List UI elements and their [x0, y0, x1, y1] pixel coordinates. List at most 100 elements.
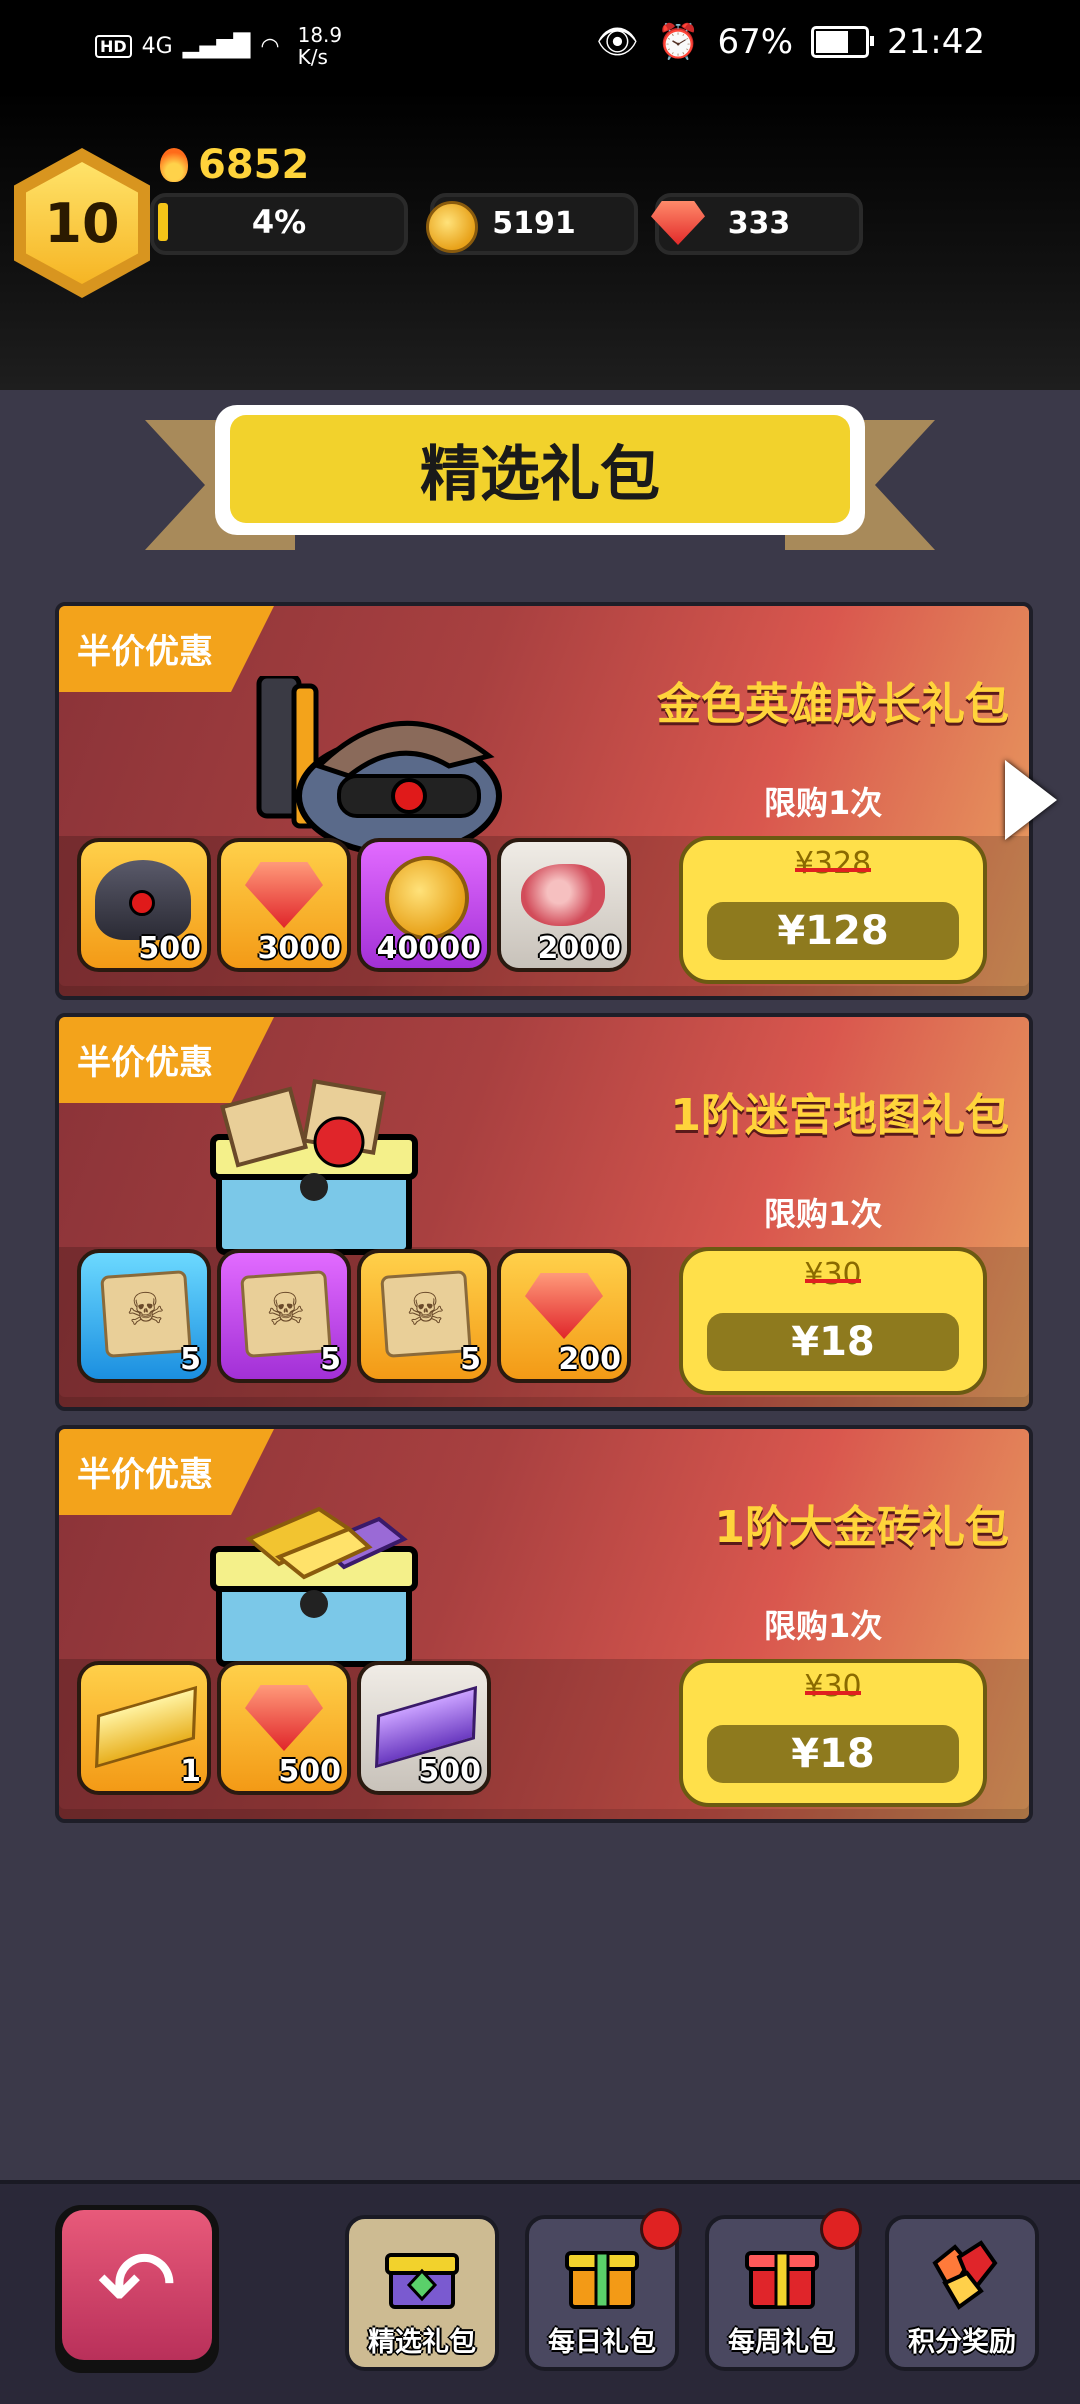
original-price-text: ¥30: [804, 1257, 862, 1292]
original-price-text: ¥30: [804, 1669, 862, 1704]
network-speed: 18.9 K/s: [298, 24, 343, 68]
coin-counter[interactable]: 5191: [426, 193, 638, 255]
reward-item-hero[interactable]: 500: [77, 838, 211, 972]
gift-box-icon: [745, 2251, 819, 2309]
alarm-icon: ⏰: [657, 22, 700, 62]
speed-unit: K/s: [297, 45, 328, 69]
notification-dot: [820, 2208, 862, 2250]
purchase-limit: 限购1次: [764, 1607, 883, 1645]
power-value: 6852: [198, 142, 310, 188]
network-type: 4G: [141, 33, 173, 59]
back-arrow-icon: ↶: [96, 2229, 178, 2341]
gem-cluster-icon: [932, 2240, 998, 2310]
purchase-limit: 限购1次: [764, 784, 883, 822]
item-count: 200: [558, 1342, 621, 1377]
reward-item-gems[interactable]: 3000: [217, 838, 351, 972]
strikethrough: [805, 1691, 861, 1695]
tab-label: 积分奖励: [908, 2327, 1016, 2358]
skull-map-icon: [100, 1270, 192, 1358]
original-price: ¥30: [683, 1669, 983, 1704]
ruby-gem-icon: [525, 1273, 603, 1339]
gem-counter[interactable]: 333: [651, 193, 863, 255]
skull-map-icon: [240, 1270, 332, 1358]
original-price: ¥328: [683, 846, 983, 881]
status-bar: HD 4G ▂▄▆█ ◠ 18.9 K/s 👁 ⏰ 67% 21:42: [0, 0, 1080, 90]
back-button[interactable]: ↶: [62, 2210, 212, 2360]
eye-icon: 👁: [595, 22, 640, 62]
tab-label: 精选礼包: [368, 2327, 476, 2358]
coin-value: 5191: [492, 206, 576, 241]
original-price: ¥30: [683, 1257, 983, 1292]
xp-bar: 4%: [150, 193, 408, 255]
item-count: 500: [418, 1754, 481, 1789]
badge-label: 半价优惠: [77, 1455, 213, 1495]
flame-icon: [160, 148, 188, 182]
original-price-text: ¥328: [794, 846, 872, 881]
reward-item-map-blue[interactable]: 5: [77, 1249, 211, 1383]
item-count: 1: [180, 1754, 201, 1789]
notification-dot: [640, 2208, 682, 2250]
speed-value: 18.9: [297, 23, 343, 47]
next-arrow-icon[interactable]: [1005, 760, 1057, 840]
reward-item-gold-bar[interactable]: 1: [77, 1661, 211, 1795]
power-display: 6852: [160, 142, 309, 188]
ruby-gem-icon: [245, 862, 323, 928]
item-count: 5: [320, 1342, 341, 1377]
status-left: HD 4G ▂▄▆█ ◠ 18.9 K/s: [95, 24, 342, 68]
signal-icon: ▂▄▆█: [182, 33, 251, 59]
sale-price: ¥18: [707, 1313, 959, 1371]
pack-title: 1阶大金砖礼包: [714, 1502, 1009, 1553]
xp-percent: 4%: [251, 203, 307, 241]
strikethrough: [795, 868, 871, 872]
gold-coin-icon: [385, 856, 469, 940]
purchase-limit: 限购1次: [764, 1195, 883, 1233]
item-count: 5: [460, 1342, 481, 1377]
tab-label: 每日礼包: [548, 2327, 656, 2358]
strikethrough: [805, 1279, 861, 1283]
item-count: 5: [180, 1342, 201, 1377]
pack-card-map: 半价优惠 1阶迷宫地图礼包 限购1次 ¥30 ¥18 5 5 5 200: [55, 1013, 1033, 1411]
badge-label: 半价优惠: [77, 632, 213, 672]
hero-robot-illustration: [256, 676, 502, 856]
clock: 21:42: [887, 22, 985, 62]
gem-value: 333: [727, 206, 791, 241]
reward-item-map-purple[interactable]: 5: [217, 1249, 351, 1383]
reward-item-map-orange[interactable]: 5: [357, 1249, 491, 1383]
skull-map-icon: [380, 1270, 472, 1358]
chest-icon: [385, 2253, 459, 2309]
hd-icon: HD: [95, 34, 132, 58]
reward-item-gems[interactable]: 500: [217, 1661, 351, 1795]
badge-label: 半价优惠: [77, 1043, 213, 1083]
tab-label: 每周礼包: [728, 2327, 836, 2358]
reward-item-purple-ingot[interactable]: 500: [357, 1661, 491, 1795]
item-count: 500: [278, 1754, 341, 1789]
half-price-badge: 半价优惠: [59, 606, 274, 692]
gold-chest-illustration: [210, 1506, 418, 1667]
buy-button[interactable]: ¥30 ¥18: [679, 1247, 987, 1395]
sale-price: ¥18: [707, 1725, 959, 1783]
item-count: 3000: [257, 931, 342, 966]
buy-button[interactable]: ¥30 ¥18: [679, 1659, 987, 1807]
reward-item-gems[interactable]: 200: [497, 1249, 631, 1383]
wifi-icon: ◠: [260, 33, 280, 59]
battery-percent: 67%: [717, 22, 794, 62]
hero-helmet-icon: [95, 860, 191, 940]
status-right: 👁 ⏰ 67% 21:42: [596, 22, 985, 62]
item-count: 2000: [537, 931, 622, 966]
pack-title: 金色英雄成长礼包: [657, 679, 1009, 730]
item-count: 40000: [376, 931, 481, 966]
meat-icon: [521, 864, 605, 926]
item-count: 500: [138, 931, 201, 966]
buy-button[interactable]: ¥328 ¥128: [679, 836, 987, 984]
ruby-gem-icon: [245, 1685, 323, 1751]
reward-item-meat[interactable]: 2000: [497, 838, 631, 972]
page-title: 精选礼包: [230, 415, 850, 523]
reward-item-coins[interactable]: 40000: [357, 838, 491, 972]
gift-box-icon: [565, 2251, 639, 2309]
pack-title: 1阶迷宫地图礼包: [670, 1090, 1009, 1141]
treasure-chest-illustration: [210, 1079, 418, 1255]
tab-featured-packs[interactable]: 精选礼包: [345, 2215, 499, 2371]
sale-price: ¥128: [707, 902, 959, 960]
pack-card-gold: 半价优惠 1阶大金砖礼包 限购1次 ¥30 ¥18 1 500 500: [55, 1425, 1033, 1823]
tab-points-rewards[interactable]: 积分奖励: [885, 2215, 1039, 2371]
